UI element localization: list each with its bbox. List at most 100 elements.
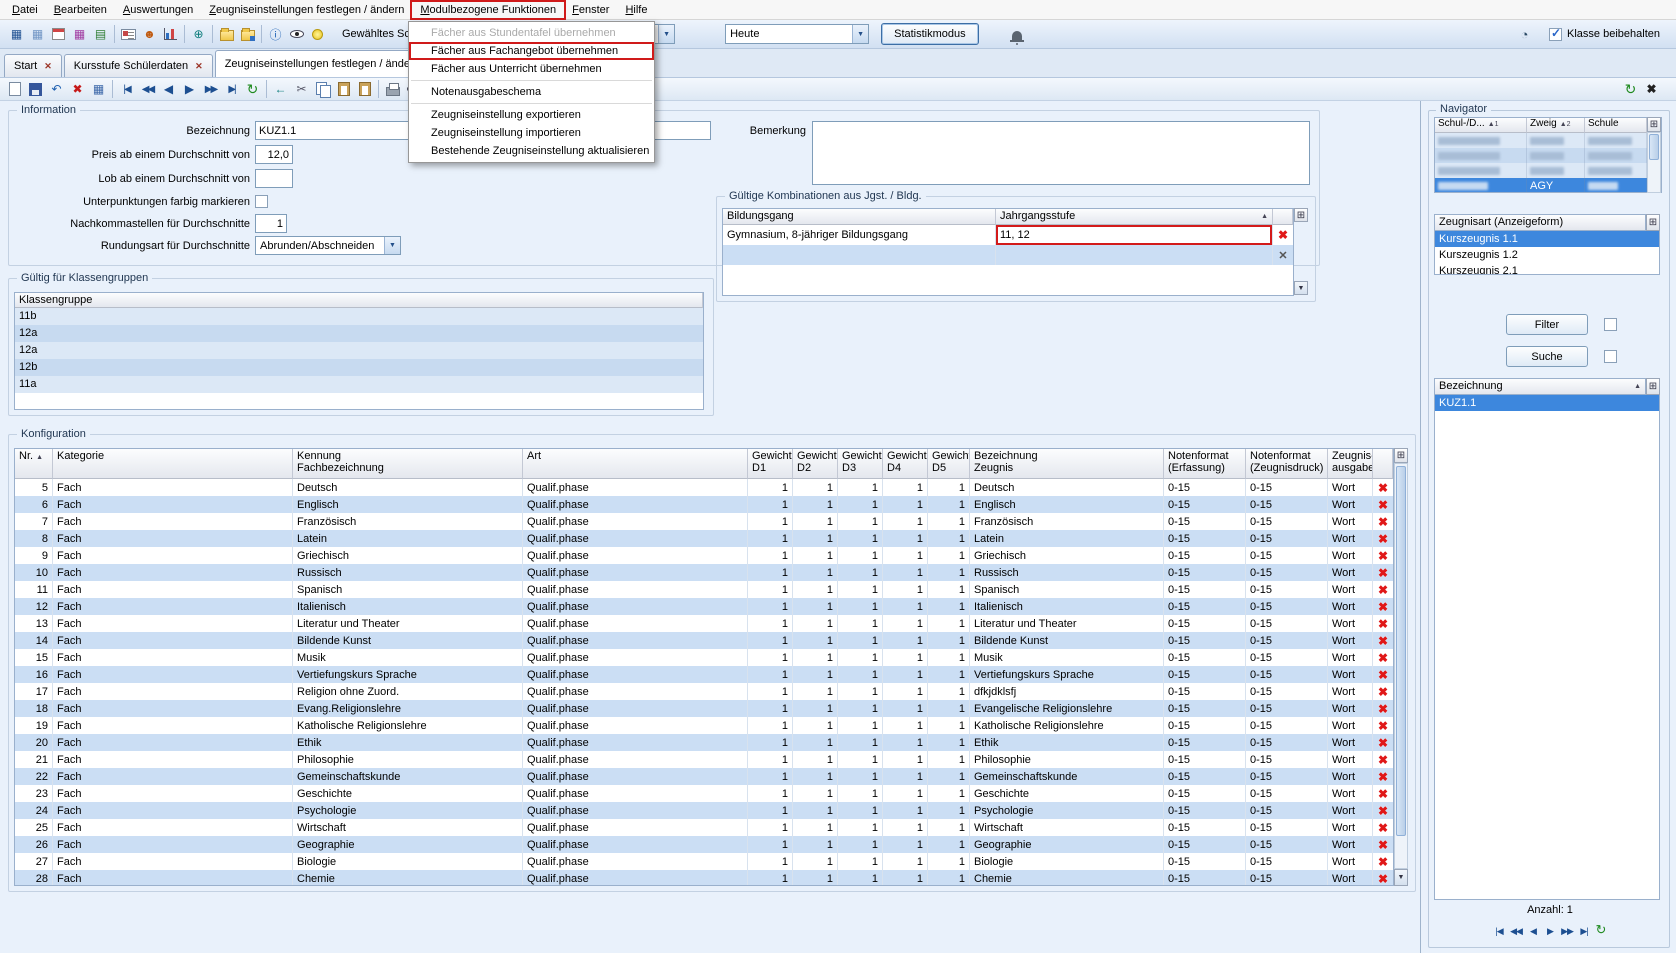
calendar-icon[interactable] <box>48 24 69 44</box>
delete-row-button[interactable]: ✖ <box>1373 836 1393 853</box>
scroll-down-icon[interactable]: ▼ <box>1294 281 1308 295</box>
zeugnisart-item[interactable]: Kurszeugnis 2.1 <box>1435 263 1659 275</box>
konfig-row[interactable]: 13FachLiteratur und TheaterQualif.phase1… <box>15 615 1393 632</box>
rundung-select[interactable]: Abrunden/Abschneiden ▼ <box>255 236 401 255</box>
prev-fast-icon[interactable]: ◀◀ <box>137 79 158 99</box>
scrollbar-thumb[interactable] <box>1649 134 1659 160</box>
grid-settings-icon[interactable]: ⊞ <box>1394 448 1408 463</box>
konfig-row[interactable]: 27FachBiologieQualif.phase11111Biologie0… <box>15 853 1393 870</box>
konfig-scrollbar[interactable] <box>1394 463 1408 869</box>
menu-item-fächer-aus-fachangebot-übernehmen[interactable]: Fächer aus Fachangebot übernehmen <box>409 42 654 60</box>
grid-settings-icon[interactable]: ⊞ <box>1646 214 1660 231</box>
klassengruppe-row[interactable]: 11a <box>15 376 703 393</box>
scroll-down-icon[interactable]: ▼ <box>1394 869 1408 886</box>
menu-item-fächer-aus-unterricht-übernehmen[interactable]: Fächer aus Unterricht übernehmen <box>409 60 654 78</box>
konfig-row[interactable]: 7FachFranzösischQualif.phase11111Französ… <box>15 513 1393 530</box>
delete-row-button[interactable]: ✖ <box>1373 700 1393 717</box>
nachkomma-input[interactable] <box>255 214 287 233</box>
delete-row-button[interactable]: ✖ <box>1373 717 1393 734</box>
close-tab-icon[interactable]: ✕ <box>195 61 203 72</box>
konfig-row[interactable]: 17FachReligion ohne Zuord.Qualif.phase11… <box>15 683 1393 700</box>
konfig-row[interactable]: 22FachGemeinschaftskundeQualif.phase1111… <box>15 768 1393 785</box>
konfig-row[interactable]: 20FachEthikQualif.phase11111Ethik0-150-1… <box>15 734 1393 751</box>
menu-auswertungen[interactable]: Auswertungen <box>115 2 201 18</box>
suche-button[interactable]: Suche <box>1506 346 1588 367</box>
klassengruppe-row[interactable]: 12b <box>15 359 703 376</box>
school-row-selected[interactable]: AGY <box>1435 178 1661 193</box>
konfig-row[interactable]: 24FachPsychologieQualif.phase11111Psycho… <box>15 802 1393 819</box>
column-header-bezeichnung[interactable]: BezeichnungZeugnis <box>970 449 1164 479</box>
delete-row-button[interactable]: ✖ <box>1373 751 1393 768</box>
column-header-schule[interactable]: Schule <box>1585 118 1647 133</box>
school-row[interactable] <box>1435 148 1661 163</box>
delete-row-button[interactable]: ✖ <box>1273 225 1293 245</box>
column-header-klassengruppe[interactable]: Klassengruppe <box>15 293 703 308</box>
preis-input[interactable] <box>255 145 293 164</box>
bezeichnung-list-header[interactable]: Bezeichnung ▲ <box>1434 378 1646 395</box>
next-fast-icon[interactable]: ▶▶ <box>200 79 221 99</box>
last-button[interactable]: ▶| <box>1576 924 1593 940</box>
colors-icon[interactable]: ▦ <box>69 24 90 44</box>
column-header-notenformat[interactable]: Notenformat(Erfassung) <box>1164 449 1246 479</box>
konfig-row[interactable]: 25FachWirtschaftQualif.phase11111Wirtsch… <box>15 819 1393 836</box>
menu-item-notenausgabeschema[interactable]: Notenausgabeschema <box>409 83 654 101</box>
close-tab-icon[interactable]: ✕ <box>44 61 52 72</box>
delete-row-button[interactable]: ✖ <box>1373 819 1393 836</box>
konfig-row[interactable]: 9FachGriechischQualif.phase11111Griechis… <box>15 547 1393 564</box>
delete-row-button[interactable]: ✖ <box>1373 547 1393 564</box>
info-icon[interactable]: ⓘ <box>265 24 286 44</box>
matrix-icon[interactable]: ▦ <box>27 24 48 44</box>
scrollbar-thumb[interactable] <box>1396 466 1406 836</box>
column-header-jahrgangsstufe[interactable]: Jahrgangsstufe▲ <box>996 209 1273 225</box>
last-icon[interactable]: ▶| <box>221 79 242 99</box>
klassengruppe-row[interactable]: 12a <box>15 325 703 342</box>
refresh-button[interactable]: ↻ <box>1593 922 1610 938</box>
school-row[interactable] <box>1435 163 1661 178</box>
menu-hilfe[interactable]: Hilfe <box>617 2 655 18</box>
school-scrollbar[interactable] <box>1647 132 1661 193</box>
keep-class-checkbox[interactable] <box>1549 28 1562 41</box>
bezeichnung-item[interactable]: KUZ1.1 <box>1435 395 1659 411</box>
klassengruppe-row[interactable]: 11b <box>15 308 703 325</box>
delete-row-button[interactable]: ✖ <box>1373 513 1393 530</box>
chevron-down-icon[interactable]: ▼ <box>384 237 400 254</box>
konfig-row[interactable]: 12FachItalienischQualif.phase11111Italie… <box>15 598 1393 615</box>
delete-row-button[interactable]: ✖ <box>1373 683 1393 700</box>
konfig-row[interactable]: 14FachBildende KunstQualif.phase11111Bil… <box>15 632 1393 649</box>
column-header-gewicht[interactable]: GewichtD1 <box>748 449 793 479</box>
refresh-view-button[interactable]: ↻ <box>1620 79 1641 99</box>
close-button[interactable]: ✖ <box>1641 79 1662 99</box>
column-header-notenformat[interactable]: Notenformat(Zeugnisdruck) <box>1246 449 1328 479</box>
folder-run-icon[interactable] <box>237 24 258 44</box>
grid-settings-icon[interactable]: ⊞ <box>1294 208 1308 222</box>
notes-icon[interactable]: ▤ <box>90 24 111 44</box>
copy-icon[interactable] <box>312 79 333 99</box>
column-header-gewicht[interactable]: GewichtD2 <box>793 449 838 479</box>
date-combo[interactable]: Heute ▼ <box>725 24 869 44</box>
menu-item-zeugniseinstellung-exportieren[interactable]: Zeugniseinstellung exportieren <box>409 106 654 124</box>
chart-icon[interactable] <box>160 24 181 44</box>
klassengruppe-row[interactable]: 12a <box>15 342 703 359</box>
folder-open-icon[interactable] <box>216 24 237 44</box>
column-header-zeugnis[interactable]: Zeugnis-ausgabe <box>1328 449 1373 479</box>
delete-row-button[interactable]: ✖ <box>1373 581 1393 598</box>
statistikmodus-button[interactable]: Statistikmodus <box>881 23 979 45</box>
zeugnisart-item[interactable]: Kurszeugnis 1.2 <box>1435 247 1659 263</box>
prev-fast-button[interactable]: ◀◀ <box>1508 924 1525 940</box>
konfig-row[interactable]: 26FachGeographieQualif.phase11111Geograp… <box>15 836 1393 853</box>
undo-icon[interactable]: ↶ <box>46 79 67 99</box>
konfig-row[interactable]: 23FachGeschichteQualif.phase11111Geschic… <box>15 785 1393 802</box>
konfig-row[interactable]: 19FachKatholische ReligionslehreQualif.p… <box>15 717 1393 734</box>
delete-row-button[interactable]: ✖ <box>1373 479 1393 496</box>
prev-button[interactable]: ◀ <box>1525 924 1542 940</box>
refresh-icon[interactable]: ↻ <box>242 79 263 99</box>
delete-row-button[interactable]: ✖ <box>1373 632 1393 649</box>
konfig-row[interactable]: 11FachSpanischQualif.phase11111Spanisch0… <box>15 581 1393 598</box>
menu-bearbeiten[interactable]: Bearbeiten <box>46 2 115 18</box>
column-header-gewicht[interactable]: GewichtD4 <box>883 449 928 479</box>
back-icon[interactable]: ← <box>270 79 291 99</box>
zeugnisart-header[interactable]: Zeugnisart (Anzeigeform) <box>1434 214 1646 231</box>
zeugnisart-item[interactable]: Kurszeugnis 1.1 <box>1435 231 1659 247</box>
delete-row-button[interactable]: ✖ <box>1373 870 1393 886</box>
delete-row-button[interactable]: ✖ <box>1373 649 1393 666</box>
